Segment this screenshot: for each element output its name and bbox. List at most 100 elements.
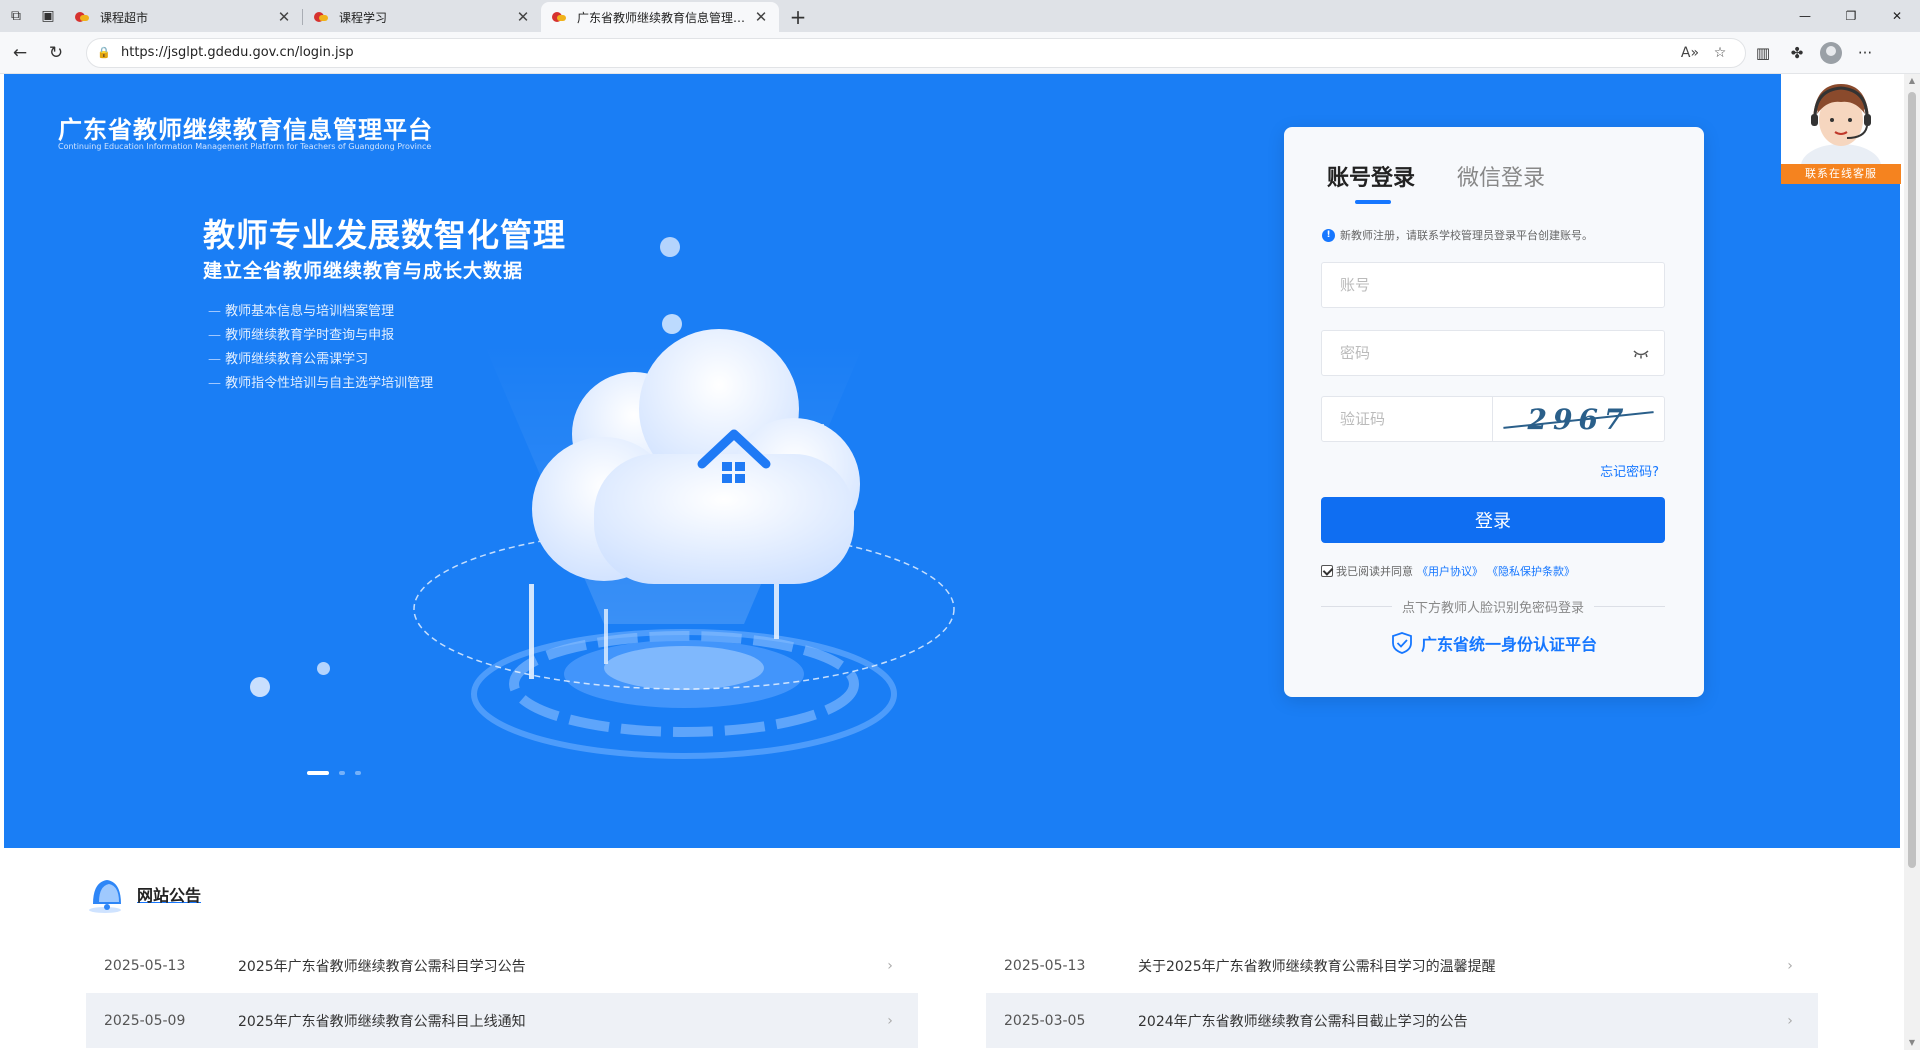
hero-slogan-sub: 建立全省教师继续教育与成长大数据 bbox=[203, 260, 524, 282]
cloud-house-illustration bbox=[413, 314, 955, 759]
unified-auth-text[interactable]: 广东省统一身份认证平台 bbox=[1421, 631, 1597, 655]
tab-account-login[interactable]: 账号登录 bbox=[1327, 160, 1415, 204]
login-card: 账号登录 微信登录 ! 新教师注册，请联系学校管理员登录平台创建账号。 账号 验… bbox=[1284, 127, 1704, 697]
workspaces-icon[interactable]: ⧉ bbox=[0, 0, 32, 32]
password-input[interactable] bbox=[1322, 331, 1664, 375]
announcement-list-left: 2025-05-13 2025年广东省教师继续教育公需科目学习公告 › 2025… bbox=[86, 938, 918, 1048]
site-title[interactable]: 广东省教师继续教育信息管理平台 bbox=[58, 110, 433, 145]
service-agent-avatar bbox=[1781, 74, 1901, 164]
more-menu-icon[interactable]: ··· bbox=[1848, 37, 1882, 69]
chevron-right-icon[interactable]: › bbox=[1780, 1013, 1800, 1029]
browser-tab-2[interactable]: 课程学习 ✕ bbox=[303, 2, 541, 32]
announcement-title[interactable]: 2025年广东省教师继续教育公需科目学习公告 bbox=[238, 956, 880, 976]
hero-banner: 广东省教师继续教育信息管理平台 Continuing Education Inf… bbox=[4, 74, 1900, 848]
tab-wechat-login[interactable]: 微信登录 bbox=[1457, 160, 1545, 200]
announcement-item[interactable]: 2025-03-05 2024年广东省教师继续教育公需科目截止学习的公告 › bbox=[986, 993, 1818, 1048]
face-login-hint: 点下方教师人脸识别免密码登录 bbox=[1402, 601, 1585, 616]
captcha-field[interactable] bbox=[1321, 396, 1493, 442]
tab-title: 课程超市 bbox=[100, 10, 149, 25]
restore-icon[interactable]: ❐ bbox=[1828, 0, 1874, 32]
captcha-image[interactable]: 2967 bbox=[1493, 396, 1665, 442]
address-bar[interactable]: 🔒 https://jsglpt.gdedu.gov.cn/login.jsp … bbox=[86, 37, 1746, 68]
divider-line bbox=[1594, 606, 1666, 607]
announcement-title[interactable]: 2024年广东省教师继续教育公需科目截止学习的公告 bbox=[1138, 1011, 1780, 1031]
browser-tab-bar: ⧉ ▣ 课程超市 ✕ 课程学习 ✕ 广东省教师继续教育信息管理平台 ✕ + — … bbox=[0, 0, 1920, 32]
favorite-star-icon[interactable]: ☆ bbox=[1705, 45, 1735, 61]
announcement-date: 2025-05-13 bbox=[1004, 957, 1086, 974]
announcement-title[interactable]: 关于2025年广东省教师继续教育公需科目学习的温馨提醒 bbox=[1138, 956, 1780, 976]
announcement-item[interactable]: 2025-05-13 关于2025年广东省教师继续教育公需科目学习的温馨提醒 › bbox=[986, 938, 1818, 993]
decor-bubble bbox=[250, 677, 270, 697]
announcements-header: 网站公告 bbox=[85, 874, 201, 914]
announcement-item[interactable]: 2025-05-13 2025年广东省教师继续教育公需科目学习公告 › bbox=[86, 938, 918, 993]
minimize-icon[interactable]: — bbox=[1782, 0, 1828, 32]
login-tabs: 账号登录 微信登录 bbox=[1327, 160, 1587, 204]
browser-tab-1[interactable]: 课程超市 ✕ bbox=[64, 2, 302, 32]
scroll-down-icon[interactable]: ▼ bbox=[1904, 1036, 1920, 1050]
carousel-dot[interactable] bbox=[339, 771, 345, 775]
lock-icon[interactable]: 🔒 bbox=[97, 46, 115, 59]
tab-title: 广东省教师继续教育信息管理平台 bbox=[577, 10, 751, 25]
announcements-title: 网站公告 bbox=[137, 886, 202, 905]
close-tab-icon[interactable]: ✕ bbox=[513, 8, 533, 26]
agree-checkbox[interactable] bbox=[1321, 565, 1333, 577]
decor-bubble bbox=[660, 237, 680, 257]
scroll-thumb[interactable] bbox=[1908, 92, 1916, 868]
announcement-title[interactable]: 2025年广东省教师继续教育公需科目上线通知 bbox=[238, 1011, 880, 1031]
close-tab-icon[interactable]: ✕ bbox=[751, 8, 771, 26]
announcement-date: 2025-05-13 bbox=[104, 957, 186, 974]
login-button[interactable]: 登录 bbox=[1321, 497, 1665, 543]
scroll-up-icon[interactable]: ▲ bbox=[1904, 74, 1920, 88]
back-icon[interactable]: ← bbox=[4, 37, 36, 69]
site-favicon-icon bbox=[313, 10, 329, 24]
site-favicon-icon bbox=[551, 10, 567, 24]
privacy-policy-link[interactable]: 《隐私保护条款》 bbox=[1487, 563, 1575, 579]
eye-closed-icon[interactable] bbox=[1632, 346, 1650, 360]
extensions-icon[interactable]: ✤ bbox=[1780, 37, 1814, 69]
shield-check-icon bbox=[1392, 632, 1412, 654]
carousel-dot[interactable] bbox=[355, 771, 361, 775]
account-field[interactable] bbox=[1321, 262, 1665, 308]
announcement-date: 2025-05-09 bbox=[104, 1012, 186, 1029]
close-window-icon[interactable]: ✕ bbox=[1874, 0, 1920, 32]
online-service-widget[interactable]: 联系在线客服 bbox=[1781, 74, 1901, 184]
chevron-right-icon[interactable]: › bbox=[1780, 958, 1800, 974]
agreement-row: 我已阅读并同意 《用户协议》 《隐私保护条款》 bbox=[1321, 563, 1575, 579]
register-notice: ! 新教师注册，请联系学校管理员登录平台创建账号。 bbox=[1322, 227, 1593, 243]
captcha-input[interactable] bbox=[1322, 397, 1492, 441]
window-controls: — ❐ ✕ bbox=[1782, 0, 1920, 32]
new-tab-icon[interactable]: + bbox=[783, 2, 813, 32]
carousel-dot-active[interactable] bbox=[307, 771, 329, 775]
site-favicon-icon bbox=[74, 10, 90, 24]
tab-actions-icon[interactable]: ▣ bbox=[32, 0, 64, 32]
decor-bubble bbox=[317, 662, 330, 675]
chevron-right-icon[interactable]: › bbox=[880, 1013, 900, 1029]
register-notice-text: 新教师注册，请联系学校管理员登录平台创建账号。 bbox=[1340, 229, 1593, 242]
chevron-right-icon[interactable]: › bbox=[880, 958, 900, 974]
page-viewport: 广东省教师继续教育信息管理平台 Continuing Education Inf… bbox=[0, 74, 1920, 1050]
announcement-item[interactable]: 2025-05-09 2025年广东省教师继续教育公需科目上线通知 › bbox=[86, 993, 918, 1048]
bell-icon bbox=[89, 880, 121, 913]
read-aloud-icon[interactable]: A» bbox=[1675, 45, 1705, 61]
browser-tab-3-active[interactable]: 广东省教师继续教育信息管理平台 ✕ bbox=[541, 2, 779, 32]
divider-line bbox=[1321, 606, 1392, 607]
close-tab-icon[interactable]: ✕ bbox=[274, 8, 294, 26]
info-icon: ! bbox=[1322, 228, 1335, 242]
page-scrollbar[interactable]: ▲ ▼ bbox=[1904, 74, 1920, 1050]
refresh-icon[interactable]: ↻ bbox=[40, 37, 72, 69]
forgot-password-link[interactable]: 忘记密码? bbox=[1600, 461, 1659, 480]
announcement-list-right: 2025-05-13 关于2025年广东省教师继续教育公需科目学习的温馨提醒 ›… bbox=[986, 938, 1818, 1048]
split-screen-icon[interactable]: ▥ bbox=[1746, 37, 1780, 69]
unified-auth-link[interactable]: 广东省统一身份认证平台 bbox=[1284, 631, 1704, 655]
announcement-date: 2025-03-05 bbox=[1004, 1012, 1086, 1029]
user-agreement-link[interactable]: 《用户协议》 bbox=[1417, 563, 1483, 579]
site-subtitle: Continuing Education Information Managem… bbox=[58, 142, 432, 151]
carousel-dots bbox=[307, 771, 371, 775]
online-service-label[interactable]: 联系在线客服 bbox=[1781, 164, 1901, 184]
password-field[interactable] bbox=[1321, 330, 1665, 376]
url-text[interactable]: https://jsglpt.gdedu.gov.cn/login.jsp bbox=[121, 45, 1675, 60]
profile-avatar-icon[interactable] bbox=[1820, 41, 1842, 64]
account-input[interactable] bbox=[1322, 263, 1664, 307]
face-login-divider: 点下方教师人脸识别免密码登录 bbox=[1321, 597, 1666, 616]
hero-slogan-main: 教师专业发展数智化管理 bbox=[203, 216, 567, 254]
